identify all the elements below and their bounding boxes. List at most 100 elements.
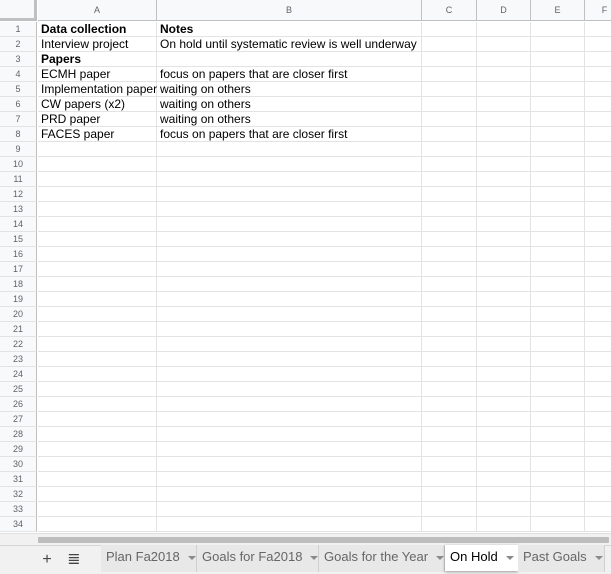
cell-e[interactable] <box>531 367 585 382</box>
cell-a[interactable] <box>38 187 157 202</box>
cell-c[interactable] <box>422 457 477 472</box>
cell-a[interactable] <box>38 352 157 367</box>
cell-b[interactable]: waiting on others <box>157 112 422 127</box>
cell-b[interactable]: waiting on others <box>157 82 422 97</box>
row-header[interactable]: 3 <box>0 52 37 67</box>
cell-f[interactable] <box>585 262 611 277</box>
cell-d[interactable] <box>477 382 531 397</box>
cell-c[interactable] <box>422 487 477 502</box>
cell-c[interactable] <box>422 427 477 442</box>
row-header[interactable]: 29 <box>0 442 37 457</box>
row-header[interactable]: 4 <box>0 67 37 82</box>
cell-e[interactable] <box>531 127 585 142</box>
cell-b[interactable] <box>157 322 422 337</box>
cell-e[interactable] <box>531 142 585 157</box>
cell-d[interactable] <box>477 142 531 157</box>
cell-f[interactable] <box>585 487 611 502</box>
cell-b[interactable] <box>157 502 422 517</box>
cell-a[interactable] <box>38 217 157 232</box>
row-header[interactable]: 8 <box>0 127 37 142</box>
cell-b[interactable] <box>157 172 422 187</box>
cell-a[interactable] <box>38 517 157 532</box>
cell-d[interactable] <box>477 157 531 172</box>
cell-c[interactable] <box>422 352 477 367</box>
cell-c[interactable] <box>422 517 477 532</box>
cell-f[interactable] <box>585 442 611 457</box>
cell-e[interactable] <box>531 427 585 442</box>
cell-b[interactable] <box>157 352 422 367</box>
cell-d[interactable] <box>477 397 531 412</box>
cell-e[interactable] <box>531 517 585 532</box>
cell-b[interactable] <box>157 142 422 157</box>
column-header-e[interactable]: E <box>531 0 585 21</box>
cell-b[interactable] <box>157 157 422 172</box>
cell-e[interactable] <box>531 472 585 487</box>
cell-a[interactable]: FACES paper <box>38 127 157 142</box>
row-header[interactable]: 20 <box>0 307 37 322</box>
cell-e[interactable] <box>531 97 585 112</box>
tab-dropdown-icon[interactable] <box>187 555 196 560</box>
row-header[interactable]: 21 <box>0 322 37 337</box>
cell-d[interactable] <box>477 172 531 187</box>
cell-d[interactable] <box>477 202 531 217</box>
cell-d[interactable] <box>477 472 531 487</box>
cell-f[interactable] <box>585 472 611 487</box>
row-header[interactable]: 17 <box>0 262 37 277</box>
cell-c[interactable] <box>422 412 477 427</box>
row-header[interactable]: 16 <box>0 247 37 262</box>
cell-b[interactable] <box>157 52 422 67</box>
cell-f[interactable] <box>585 322 611 337</box>
sheet-tab[interactable]: Goals for Fa2018 <box>197 545 319 572</box>
cell-c[interactable] <box>422 97 477 112</box>
row-header[interactable]: 6 <box>0 97 37 112</box>
cell-d[interactable] <box>477 502 531 517</box>
row-header[interactable]: 24 <box>0 367 37 382</box>
cell-c[interactable] <box>422 307 477 322</box>
cell-c[interactable] <box>422 187 477 202</box>
cell-f[interactable] <box>585 337 611 352</box>
cell-f[interactable] <box>585 247 611 262</box>
cell-d[interactable] <box>477 517 531 532</box>
cell-e[interactable] <box>531 217 585 232</box>
row-header[interactable]: 19 <box>0 292 37 307</box>
row-header[interactable]: 9 <box>0 142 37 157</box>
cell-b[interactable] <box>157 307 422 322</box>
cell-b[interactable]: Notes <box>157 22 422 37</box>
cell-c[interactable] <box>422 22 477 37</box>
cell-c[interactable] <box>422 142 477 157</box>
cell-d[interactable] <box>477 232 531 247</box>
row-header[interactable]: 23 <box>0 352 37 367</box>
cell-c[interactable] <box>422 67 477 82</box>
cell-e[interactable] <box>531 502 585 517</box>
row-header[interactable]: 25 <box>0 382 37 397</box>
scrollbar-thumb[interactable] <box>38 537 609 543</box>
cell-d[interactable] <box>477 292 531 307</box>
cell-a[interactable] <box>38 382 157 397</box>
sheet-tab[interactable]: On Hold <box>445 545 518 571</box>
cell-b[interactable] <box>157 397 422 412</box>
cell-d[interactable] <box>477 262 531 277</box>
cell-b[interactable] <box>157 217 422 232</box>
row-header[interactable]: 27 <box>0 412 37 427</box>
cell-c[interactable] <box>422 502 477 517</box>
cell-a[interactable] <box>38 232 157 247</box>
row-header[interactable]: 26 <box>0 397 37 412</box>
cell-c[interactable] <box>422 277 477 292</box>
cell-c[interactable] <box>422 337 477 352</box>
cell-a[interactable]: CW papers (x2) <box>38 97 157 112</box>
cell-e[interactable] <box>531 172 585 187</box>
cell-b[interactable]: On hold until systematic review is well … <box>157 37 422 52</box>
add-sheet-button[interactable]: + <box>37 550 57 570</box>
cell-d[interactable] <box>477 112 531 127</box>
cell-a[interactable]: Papers <box>38 52 157 67</box>
cell-e[interactable] <box>531 112 585 127</box>
row-header[interactable]: 15 <box>0 232 37 247</box>
cell-a[interactable]: Implementation paper <box>38 82 157 97</box>
cell-d[interactable] <box>477 457 531 472</box>
cell-d[interactable] <box>477 277 531 292</box>
cell-b[interactable] <box>157 277 422 292</box>
cell-c[interactable] <box>422 247 477 262</box>
cell-f[interactable] <box>585 217 611 232</box>
cell-a[interactable] <box>38 277 157 292</box>
row-header[interactable]: 12 <box>0 187 37 202</box>
